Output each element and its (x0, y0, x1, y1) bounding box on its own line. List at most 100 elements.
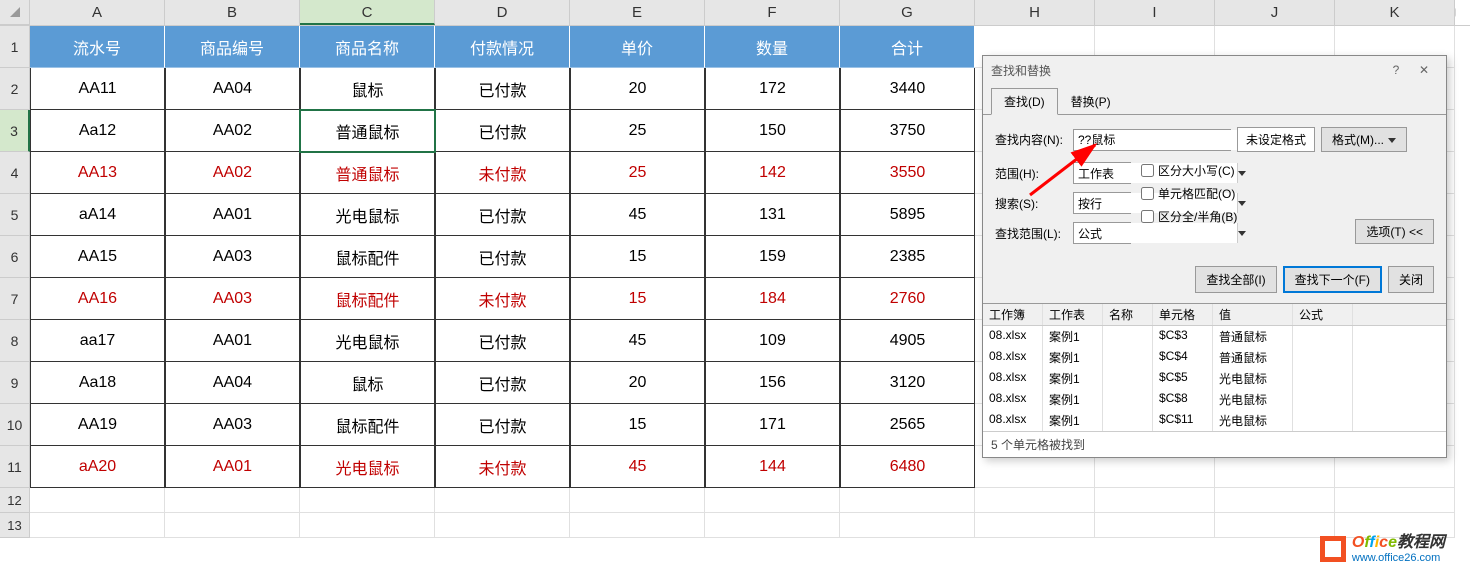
table-header-cell[interactable]: 付款情况 (435, 26, 570, 68)
row-header-11[interactable]: 11 (0, 446, 30, 488)
result-column-header[interactable]: 工作表 (1043, 304, 1103, 325)
row-header-12[interactable]: 12 (0, 488, 30, 513)
cell[interactable]: 已付款 (435, 194, 570, 236)
table-header-cell[interactable]: 单价 (570, 26, 705, 68)
lookin-combo[interactable] (1073, 222, 1131, 244)
cell[interactable]: 45 (570, 446, 705, 488)
whole-cell-checkbox[interactable] (1141, 187, 1154, 200)
column-header-D[interactable]: D (435, 0, 570, 25)
format-button[interactable]: 格式(M)... (1321, 127, 1407, 152)
result-row[interactable]: 08.xlsx案例1$C$5光电鼠标 (983, 368, 1446, 389)
cell[interactable]: 光电鼠标 (300, 320, 435, 362)
cell[interactable]: 6480 (840, 446, 975, 488)
close-button[interactable]: 关闭 (1388, 266, 1434, 293)
find-content-input[interactable] (1074, 130, 1237, 150)
table-header-cell[interactable]: 商品编号 (165, 26, 300, 68)
table-header-cell[interactable]: 数量 (705, 26, 840, 68)
cell[interactable]: 已付款 (435, 110, 570, 152)
cell[interactable]: AA04 (165, 362, 300, 404)
table-header-cell[interactable]: 合计 (840, 26, 975, 68)
column-header-F[interactable]: F (705, 0, 840, 25)
cell[interactable]: 159 (705, 236, 840, 278)
cell[interactable]: 光电鼠标 (300, 194, 435, 236)
column-header-H[interactable]: H (975, 0, 1095, 25)
cell[interactable]: AA04 (165, 68, 300, 110)
cell[interactable]: 15 (570, 278, 705, 320)
cell[interactable]: AA01 (165, 194, 300, 236)
row-header-9[interactable]: 9 (0, 362, 30, 404)
full-half-width-checkbox[interactable] (1141, 210, 1154, 223)
match-case-checkbox[interactable] (1141, 164, 1154, 177)
result-row[interactable]: 08.xlsx案例1$C$8光电鼠标 (983, 389, 1446, 410)
cell[interactable]: 3440 (840, 68, 975, 110)
cell[interactable]: AA19 (30, 404, 165, 446)
cell[interactable]: AA01 (165, 320, 300, 362)
cell[interactable]: 45 (570, 194, 705, 236)
result-row[interactable]: 08.xlsx案例1$C$3普通鼠标 (983, 326, 1446, 347)
cell[interactable]: 20 (570, 68, 705, 110)
dialog-titlebar[interactable]: 查找和替换 ? ✕ (983, 56, 1446, 84)
row-header-2[interactable]: 2 (0, 68, 30, 110)
chevron-down-icon[interactable] (1237, 193, 1246, 213)
search-combo[interactable] (1073, 192, 1131, 214)
cell[interactable]: Aa18 (30, 362, 165, 404)
cell[interactable]: 2760 (840, 278, 975, 320)
scope-combo[interactable] (1073, 162, 1131, 184)
cell[interactable]: 未付款 (435, 278, 570, 320)
cell[interactable]: Aa12 (30, 110, 165, 152)
result-column-header[interactable]: 单元格 (1153, 304, 1213, 325)
row-header-4[interactable]: 4 (0, 152, 30, 194)
cell[interactable]: 已付款 (435, 236, 570, 278)
close-icon[interactable]: ✕ (1410, 59, 1438, 81)
column-header-G[interactable]: G (840, 0, 975, 25)
table-header-cell[interactable]: 流水号 (30, 26, 165, 68)
cell[interactable]: 3550 (840, 152, 975, 194)
cell[interactable]: 已付款 (435, 68, 570, 110)
result-row[interactable]: 08.xlsx案例1$C$11光电鼠标 (983, 410, 1446, 431)
cell[interactable]: aa17 (30, 320, 165, 362)
row-header-1[interactable]: 1 (0, 26, 30, 68)
find-next-button[interactable]: 查找下一个(F) (1283, 266, 1382, 293)
column-header-C[interactable]: C (300, 0, 435, 25)
cell[interactable]: 20 (570, 362, 705, 404)
row-header-8[interactable]: 8 (0, 320, 30, 362)
cell[interactable]: 5895 (840, 194, 975, 236)
cell[interactable]: 144 (705, 446, 840, 488)
chevron-down-icon[interactable] (1237, 223, 1246, 243)
cell[interactable]: 鼠标配件 (300, 236, 435, 278)
cell[interactable]: 已付款 (435, 362, 570, 404)
cell[interactable]: 109 (705, 320, 840, 362)
table-header-cell[interactable]: 商品名称 (300, 26, 435, 68)
cell[interactable]: 2565 (840, 404, 975, 446)
cell[interactable]: 25 (570, 152, 705, 194)
cell[interactable]: 光电鼠标 (300, 446, 435, 488)
options-button[interactable]: 选项(T) << (1355, 219, 1434, 244)
column-header-I[interactable]: I (1095, 0, 1215, 25)
cell[interactable]: AA13 (30, 152, 165, 194)
cell[interactable]: 未付款 (435, 446, 570, 488)
tab-find[interactable]: 查找(D) (991, 88, 1058, 115)
chevron-down-icon[interactable] (1237, 163, 1246, 183)
row-header-13[interactable]: 13 (0, 513, 30, 538)
result-column-header[interactable]: 名称 (1103, 304, 1153, 325)
column-header-A[interactable]: A (30, 0, 165, 25)
cell[interactable]: 25 (570, 110, 705, 152)
help-icon[interactable]: ? (1382, 59, 1410, 81)
cell[interactable]: AA11 (30, 68, 165, 110)
cell[interactable]: 142 (705, 152, 840, 194)
row-header-3[interactable]: 3 (0, 110, 30, 152)
cell[interactable]: AA16 (30, 278, 165, 320)
cell[interactable]: 鼠标配件 (300, 404, 435, 446)
cell[interactable]: 鼠标 (300, 362, 435, 404)
column-header-J[interactable]: J (1215, 0, 1335, 25)
cell[interactable]: 普通鼠标 (300, 110, 435, 152)
result-column-header[interactable]: 值 (1213, 304, 1293, 325)
cell[interactable]: aA20 (30, 446, 165, 488)
cell[interactable]: 184 (705, 278, 840, 320)
cell[interactable]: 3120 (840, 362, 975, 404)
cell[interactable]: 131 (705, 194, 840, 236)
cell[interactable]: 171 (705, 404, 840, 446)
cell[interactable]: AA15 (30, 236, 165, 278)
cell[interactable]: 鼠标 (300, 68, 435, 110)
cell[interactable]: 150 (705, 110, 840, 152)
